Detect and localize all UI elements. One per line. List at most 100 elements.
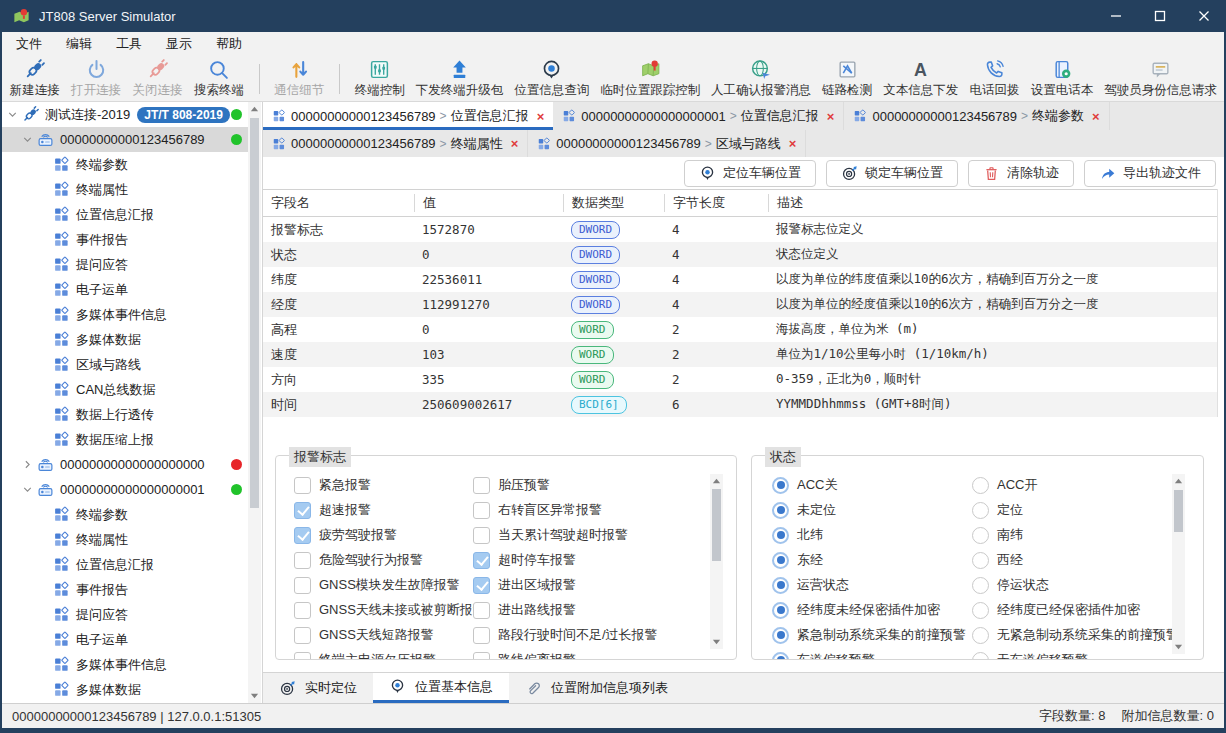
export-button[interactable]: 导出轨迹文件 — [1084, 160, 1216, 187]
tree-item[interactable]: 电子运单 — [2, 277, 248, 302]
checkbox-unchecked[interactable] — [473, 477, 490, 494]
checkbox-unchecked[interactable] — [294, 552, 311, 569]
radio-selected[interactable] — [772, 602, 789, 619]
tree-item[interactable]: 终端参数 — [2, 152, 248, 177]
tree-item[interactable]: 提问应答 — [2, 252, 248, 277]
toolbar-phonebook[interactable]: 设置电话本 — [1025, 58, 1099, 100]
doc-tab[interactable]: 00000000000123456789>区域与路线× — [528, 130, 806, 157]
alarm-checkbox-item[interactable]: 路段行驶时间不足/过长报警 — [473, 623, 658, 648]
alarm-checkbox-item[interactable]: 超速报警 — [294, 498, 371, 523]
checkbox-unchecked[interactable] — [473, 527, 490, 544]
table-row[interactable]: 时间250609002617BCD[6]6YYMMDDhhmmss (GMT+8… — [263, 392, 1217, 417]
tree-item[interactable]: 多媒体事件信息 — [2, 302, 248, 327]
column-header[interactable]: 字节长度 — [664, 194, 768, 212]
checkbox-unchecked[interactable] — [294, 477, 311, 494]
toolbar-upload[interactable]: 下发终端升级包 — [410, 58, 508, 100]
status-radio-item[interactable]: ACC关 — [772, 473, 837, 498]
toolbar-power-red[interactable]: 关闭连接 — [127, 58, 188, 100]
alarm-checkbox-item[interactable]: 右转盲区异常报警 — [473, 498, 602, 523]
alarm-checkbox-item[interactable]: 终端主电源欠压报警 — [294, 648, 436, 660]
checkbox-unchecked[interactable] — [294, 627, 311, 644]
trash-button[interactable]: 清除轨迹 — [968, 160, 1074, 187]
checkbox-unchecked[interactable] — [294, 577, 311, 594]
status-radio-item[interactable]: 紧急制动系统采集的前撞预警 — [772, 623, 966, 648]
radio-selected[interactable] — [772, 577, 789, 594]
radio-selected[interactable] — [772, 627, 789, 644]
toolbar-sliders[interactable]: 终端控制 — [349, 58, 410, 100]
checkbox-unchecked[interactable] — [473, 602, 490, 619]
bottom-tab-pin[interactable]: 位置基本信息 — [373, 673, 509, 703]
alarm-checkbox-item[interactable]: 进出路线报警 — [473, 598, 576, 623]
alarm-checkbox-item[interactable]: 胎压预警 — [473, 473, 550, 498]
tree-item[interactable]: 位置信息汇报 — [2, 552, 248, 577]
table-row[interactable]: 速度103WORD2单位为1/10公里每小时 (1/10km/h) — [263, 342, 1217, 367]
tree-item[interactable]: 电子运单 — [2, 627, 248, 652]
maximize-button[interactable] — [1138, 0, 1182, 32]
status-radio-item[interactable]: 东经 — [772, 548, 823, 573]
toolbar-power[interactable]: 打开连接 — [65, 58, 126, 100]
alarm-checkbox-item[interactable]: 路线偏离报警 — [473, 648, 576, 660]
table-row[interactable]: 方向335WORD20-359，正北为0，顺时针 — [263, 367, 1217, 392]
chevron-down-icon[interactable] — [21, 133, 34, 146]
column-header[interactable]: 值 — [414, 194, 563, 212]
tree-item[interactable]: 位置信息汇报 — [2, 202, 248, 227]
status-radio-item[interactable]: 定位 — [972, 498, 1023, 523]
toolbar-id-card[interactable]: 驾驶员身份信息请求 — [1099, 58, 1222, 100]
checkbox-unchecked[interactable] — [294, 652, 311, 660]
close-tab-icon[interactable]: × — [537, 109, 545, 124]
chevron-right-icon[interactable] — [21, 458, 34, 471]
menu-2[interactable]: 工具 — [104, 32, 154, 56]
checkbox-unchecked[interactable] — [473, 627, 490, 644]
toolbar-text[interactable]: A文本信息下发 — [878, 58, 964, 100]
table-row[interactable]: 状态0DWORD4状态位定义 — [263, 242, 1217, 267]
tree-item[interactable]: 终端参数 — [2, 502, 248, 527]
checkbox-checked[interactable] — [473, 552, 490, 569]
status-radio-item[interactable]: 无车道偏移预警 — [972, 648, 1088, 660]
doc-tab[interactable]: 00000000000123456789>终端参数× — [844, 102, 1109, 130]
tree-item[interactable]: 终端属性 — [2, 527, 248, 552]
toolbar-plug[interactable]: 新建连接 — [4, 58, 65, 100]
radio-unselected[interactable] — [972, 627, 989, 644]
status-radio-item[interactable]: 未定位 — [772, 498, 836, 523]
column-header[interactable]: 字段名 — [263, 194, 414, 212]
close-tab-icon[interactable]: × — [789, 136, 797, 151]
radio-unselected[interactable] — [972, 502, 989, 519]
status-radio-item[interactable]: 停运状态 — [972, 573, 1049, 598]
toolbar-search[interactable]: 搜索终端 — [188, 58, 249, 100]
alarm-checkbox-item[interactable]: 疲劳驾驶报警 — [294, 523, 397, 548]
target-button[interactable]: 锁定车辆位置 — [826, 160, 958, 187]
tree-item[interactable]: 多媒体数据 — [2, 677, 248, 702]
minimize-button[interactable] — [1094, 0, 1138, 32]
radio-unselected[interactable] — [972, 527, 989, 544]
alarm-checkbox-item[interactable]: 危险驾驶行为报警 — [294, 548, 423, 573]
close-tab-icon[interactable]: × — [1092, 109, 1100, 124]
toolbar-locate[interactable]: 位置信息查询 — [509, 58, 595, 100]
radio-selected[interactable] — [772, 477, 789, 494]
chevron-down-icon[interactable] — [6, 108, 19, 121]
close-button[interactable] — [1182, 0, 1226, 32]
status-radio-item[interactable]: 南纬 — [972, 523, 1023, 548]
radio-unselected[interactable] — [972, 652, 989, 660]
checkbox-checked[interactable] — [294, 527, 311, 544]
tree-item[interactable]: 00000000000000000000 — [2, 452, 248, 477]
table-row[interactable]: 纬度22536011DWORD4以度为单位的纬度值乘以10的6次方，精确到百万分… — [263, 267, 1217, 292]
checkbox-unchecked[interactable] — [294, 602, 311, 619]
alarm-checkbox-item[interactable]: GNSS天线未接或被剪断报警 — [294, 598, 486, 623]
sidebar-scrollbar[interactable] — [248, 102, 261, 703]
toolbar-map-pin[interactable]: 临时位置跟踪控制 — [595, 58, 706, 100]
radio-selected[interactable] — [772, 652, 789, 660]
alarm-checkbox-item[interactable]: 进出区域报警 — [473, 573, 576, 598]
radio-selected[interactable] — [772, 502, 789, 519]
tree-item[interactable]: 测试连接-2019JT/T 808-2019 — [2, 102, 248, 127]
tree-item[interactable]: 区域与路线 — [2, 352, 248, 377]
bottom-tab-target[interactable]: 实时定位 — [263, 673, 373, 703]
menu-4[interactable]: 帮助 — [204, 32, 254, 56]
checkbox-checked[interactable] — [473, 577, 490, 594]
menu-3[interactable]: 显示 — [154, 32, 204, 56]
alarm-checkbox-item[interactable]: 紧急报警 — [294, 473, 371, 498]
column-header[interactable]: 数据类型 — [563, 194, 664, 212]
radio-selected[interactable] — [772, 552, 789, 569]
status-radio-item[interactable]: 运营状态 — [772, 573, 849, 598]
alarm-checkbox-item[interactable]: GNSS模块发生故障报警 — [294, 573, 460, 598]
close-tab-icon[interactable]: × — [827, 109, 835, 124]
